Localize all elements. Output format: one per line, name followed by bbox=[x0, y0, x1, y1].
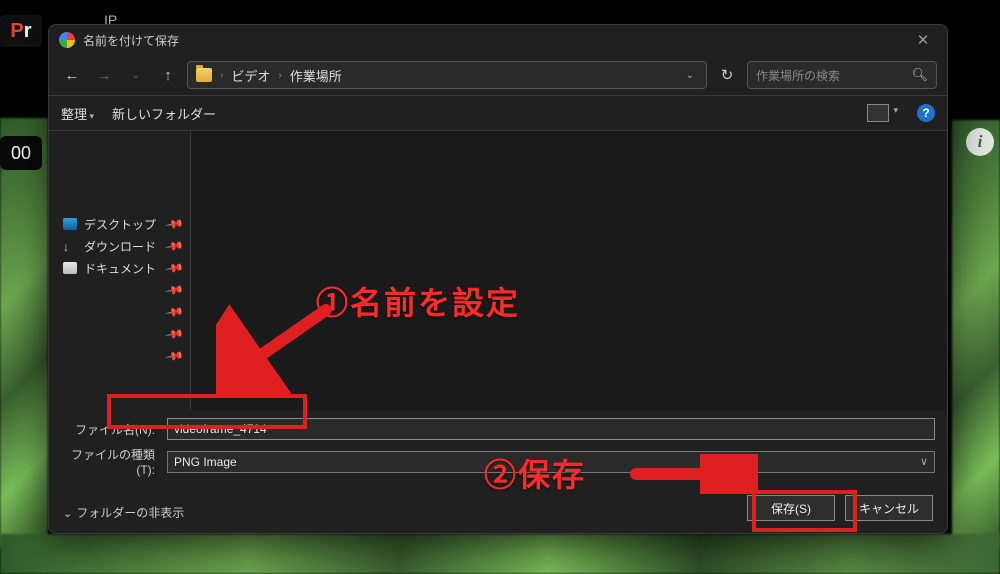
toolbar: 整理 新しいフォルダー ? bbox=[49, 95, 947, 131]
breadcrumb-segment[interactable]: 作業場所 bbox=[290, 66, 342, 85]
file-list-area[interactable] bbox=[191, 131, 947, 410]
refresh-button[interactable]: ↻ bbox=[713, 61, 741, 89]
breadcrumb-bar[interactable]: › ビデオ › 作業場所 ⌄ bbox=[187, 61, 707, 89]
close-button[interactable]: ✕ bbox=[909, 31, 937, 49]
desktop-icon bbox=[63, 218, 77, 230]
save-button[interactable]: 保存(S) bbox=[747, 495, 835, 521]
dialog-title: 名前を付けて保存 bbox=[83, 32, 179, 49]
titlebar: 名前を付けて保存 ✕ bbox=[49, 25, 947, 55]
dialog-footer: フォルダーの非表示 保存(S) キャンセル bbox=[49, 481, 947, 533]
search-input[interactable]: 作業場所の検索 🔍︎ bbox=[747, 61, 937, 89]
sidebar-item-label: デスクトップ bbox=[84, 216, 156, 233]
pin-icon: 📌 bbox=[164, 346, 184, 366]
nav-recent-dropdown[interactable]: ⌄ bbox=[123, 62, 149, 88]
filename-input-text[interactable] bbox=[174, 422, 928, 436]
chrome-icon bbox=[59, 32, 75, 48]
filetype-value: PNG Image bbox=[174, 455, 237, 469]
chevron-right-icon: › bbox=[278, 70, 281, 81]
save-as-dialog: 名前を付けて保存 ✕ ← → ⌄ ↑ › ビデオ › 作業場所 ⌄ ↻ 作業場所… bbox=[48, 24, 948, 534]
pin-icon: 📌 bbox=[164, 214, 184, 234]
filetype-select[interactable]: PNG Image bbox=[167, 451, 935, 473]
nav-up-button[interactable]: ↑ bbox=[155, 62, 181, 88]
backdrop-left bbox=[0, 118, 48, 548]
sidebar-item-desktop[interactable]: デスクトップ 📌 bbox=[49, 213, 190, 235]
breadcrumb-dropdown-icon[interactable]: ⌄ bbox=[686, 70, 698, 81]
chevron-right-icon: › bbox=[220, 70, 223, 81]
pin-icon: 📌 bbox=[164, 324, 184, 344]
sidebar-pinned-slot: 📌 bbox=[49, 345, 190, 367]
view-mode-button[interactable] bbox=[867, 104, 889, 122]
file-fields: ファイル名(N): ファイルの種類(T): PNG Image bbox=[49, 410, 947, 481]
filename-label: ファイル名(N): bbox=[61, 421, 161, 438]
sidebar-item-documents[interactable]: ドキュメント 📌 bbox=[49, 257, 190, 279]
organize-menu[interactable]: 整理 bbox=[61, 104, 94, 123]
filename-input[interactable] bbox=[167, 418, 935, 440]
sidebar-pinned-slot: 📌 bbox=[49, 279, 190, 301]
timestamp-badge: 00 bbox=[0, 136, 42, 170]
breadcrumb-segment[interactable]: ビデオ bbox=[231, 66, 270, 85]
backdrop-right bbox=[952, 120, 1000, 550]
help-button[interactable]: ? bbox=[917, 104, 935, 122]
pin-icon: 📌 bbox=[164, 258, 184, 278]
sidebar-item-downloads[interactable]: ダウンロード 📌 bbox=[49, 235, 190, 257]
pin-icon: 📌 bbox=[164, 280, 184, 300]
sidebar: デスクトップ 📌 ダウンロード 📌 ドキュメント 📌 📌 📌 📌 📌 bbox=[49, 131, 191, 410]
nav-forward-button[interactable]: → bbox=[91, 62, 117, 88]
pin-icon: 📌 bbox=[164, 302, 184, 322]
nav-row: ← → ⌄ ↑ › ビデオ › 作業場所 ⌄ ↻ 作業場所の検索 🔍︎ bbox=[49, 55, 947, 95]
document-icon bbox=[63, 262, 77, 274]
hide-folders-toggle[interactable]: フォルダーの非表示 bbox=[63, 504, 184, 521]
backdrop-bottom bbox=[0, 534, 1000, 574]
dialog-body: デスクトップ 📌 ダウンロード 📌 ドキュメント 📌 📌 📌 📌 📌 bbox=[49, 131, 947, 410]
sidebar-item-label: ダウンロード bbox=[84, 238, 156, 255]
pr-logo: Pr bbox=[0, 15, 42, 47]
sidebar-pinned-slot: 📌 bbox=[49, 301, 190, 323]
search-placeholder: 作業場所の検索 bbox=[756, 67, 840, 84]
sidebar-pinned-slot: 📌 bbox=[49, 323, 190, 345]
pin-icon: 📌 bbox=[164, 236, 184, 256]
info-icon[interactable]: i bbox=[966, 128, 994, 156]
folder-icon bbox=[196, 68, 212, 82]
filetype-label: ファイルの種類(T): bbox=[61, 446, 161, 477]
sidebar-item-label: ドキュメント bbox=[84, 260, 156, 277]
download-icon bbox=[63, 240, 77, 252]
new-folder-button[interactable]: 新しいフォルダー bbox=[112, 104, 216, 123]
search-icon: 🔍︎ bbox=[911, 67, 928, 83]
cancel-button[interactable]: キャンセル bbox=[845, 495, 933, 521]
nav-back-button[interactable]: ← bbox=[59, 62, 85, 88]
